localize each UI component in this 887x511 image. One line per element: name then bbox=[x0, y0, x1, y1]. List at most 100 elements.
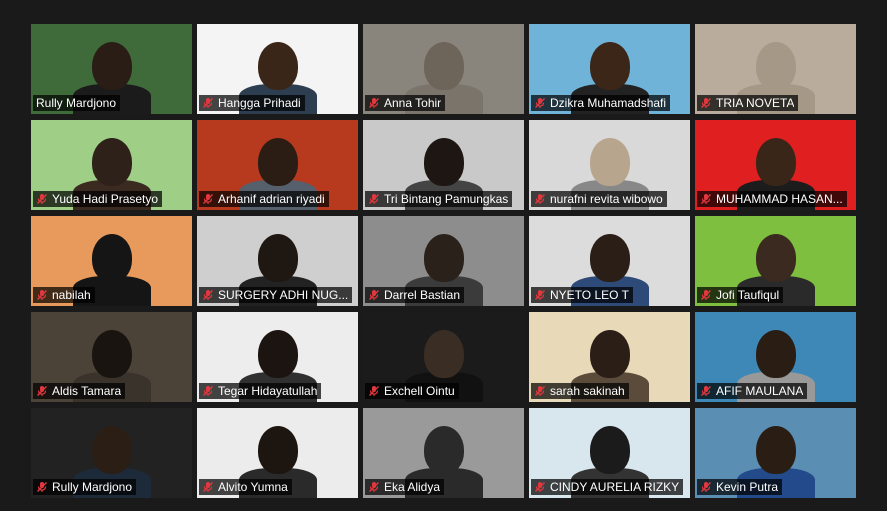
participant-tile[interactable]: Kevin Putra bbox=[695, 408, 856, 498]
participant-name: Hangga Prihadi bbox=[218, 96, 301, 110]
microphone-muted-icon bbox=[37, 482, 47, 492]
participant-name-label: SURGERY ADHI NUG... bbox=[199, 287, 353, 303]
participant-tile[interactable]: MUHAMMAD HASAN... bbox=[695, 120, 856, 210]
participant-name: CINDY AURELIA RIZKY bbox=[550, 480, 680, 494]
microphone-muted-icon bbox=[701, 98, 711, 108]
participant-name-label: Eka Alidya bbox=[365, 479, 445, 495]
participant-name-label: Alvito Yumna bbox=[199, 479, 292, 495]
participant-tile[interactable]: Dzikra Muhamadshafi bbox=[529, 24, 690, 114]
participant-head bbox=[257, 42, 298, 90]
microphone-muted-icon bbox=[37, 386, 47, 396]
participant-name-label: Rully Mardjono bbox=[33, 479, 137, 495]
participant-head bbox=[755, 330, 796, 378]
microphone-muted-icon bbox=[535, 194, 545, 204]
participant-tile[interactable]: Aldis Tamara bbox=[31, 312, 192, 402]
participant-head bbox=[423, 426, 464, 474]
participant-name-label: NYETO LEO T bbox=[531, 287, 633, 303]
participant-head bbox=[423, 330, 464, 378]
microphone-muted-icon bbox=[203, 290, 213, 300]
participant-head bbox=[91, 234, 132, 282]
participant-tile[interactable]: Eka Alidya bbox=[363, 408, 524, 498]
participant-name: Darrel Bastian bbox=[384, 288, 461, 302]
gallery-grid: Rully Mardjono Hangga Prihadi Anna Tohir Dz… bbox=[31, 24, 856, 498]
microphone-muted-icon bbox=[535, 290, 545, 300]
participant-name-label: nabilah bbox=[33, 287, 95, 303]
participant-head bbox=[423, 42, 464, 90]
microphone-muted-icon bbox=[369, 290, 379, 300]
participant-name: Alvito Yumna bbox=[218, 480, 288, 494]
participant-name: Rully Mardjono bbox=[52, 480, 133, 494]
participant-head bbox=[755, 426, 796, 474]
participant-tile[interactable]: Rully Mardjono bbox=[31, 24, 192, 114]
participant-name-label: Jofi Taufiqul bbox=[697, 287, 784, 303]
microphone-muted-icon bbox=[203, 98, 213, 108]
participant-name: Arhanif adrian riyadi bbox=[218, 192, 325, 206]
participant-name-label: nurafni revita wibowo bbox=[531, 191, 667, 207]
participant-tile[interactable]: nurafni revita wibowo bbox=[529, 120, 690, 210]
microphone-muted-icon bbox=[203, 482, 213, 492]
participant-name: MUHAMMAD HASAN... bbox=[716, 192, 843, 206]
participant-tile[interactable]: Alvito Yumna bbox=[197, 408, 358, 498]
participant-head bbox=[589, 42, 630, 90]
participant-name: Anna Tohir bbox=[384, 96, 442, 110]
participant-tile[interactable]: Tri Bintang Pamungkas bbox=[363, 120, 524, 210]
participant-name: Jofi Taufiqul bbox=[716, 288, 780, 302]
participant-head bbox=[257, 138, 298, 186]
microphone-muted-icon bbox=[37, 194, 47, 204]
participant-tile[interactable]: NYETO LEO T bbox=[529, 216, 690, 306]
participant-head bbox=[589, 138, 630, 186]
participant-name-label: Darrel Bastian bbox=[365, 287, 465, 303]
microphone-muted-icon bbox=[37, 290, 47, 300]
participant-name: Tegar Hidayatullah bbox=[218, 384, 318, 398]
participant-name-label: AFIF MAULANA bbox=[697, 383, 808, 399]
participant-tile[interactable]: Arhanif adrian riyadi bbox=[197, 120, 358, 210]
participant-name: Tri Bintang Pamungkas bbox=[384, 192, 509, 206]
participant-name-label: Kevin Putra bbox=[697, 479, 783, 495]
participant-tile[interactable]: Yuda Hadi Prasetyo bbox=[31, 120, 192, 210]
participant-name: Exchell Ointu bbox=[384, 384, 455, 398]
microphone-muted-icon bbox=[701, 386, 711, 396]
participant-head bbox=[755, 138, 796, 186]
participant-name-label: Yuda Hadi Prasetyo bbox=[33, 191, 163, 207]
participant-tile[interactable]: nabilah bbox=[31, 216, 192, 306]
participant-tile[interactable]: TRIA NOVETA bbox=[695, 24, 856, 114]
participant-name: SURGERY ADHI NUG... bbox=[218, 288, 349, 302]
participant-name-label: CINDY AURELIA RIZKY bbox=[531, 479, 684, 495]
participant-head bbox=[91, 138, 132, 186]
participant-name-label: Rully Mardjono bbox=[33, 95, 121, 111]
participant-name-label: Dzikra Muhamadshafi bbox=[531, 95, 671, 111]
participant-name-label: MUHAMMAD HASAN... bbox=[697, 191, 847, 207]
participant-name: Dzikra Muhamadshafi bbox=[550, 96, 667, 110]
participant-tile[interactable]: AFIF MAULANA bbox=[695, 312, 856, 402]
participant-tile[interactable]: SURGERY ADHI NUG... bbox=[197, 216, 358, 306]
participant-name: nurafni revita wibowo bbox=[550, 192, 663, 206]
participant-tile[interactable]: Tegar Hidayatullah bbox=[197, 312, 358, 402]
participant-tile[interactable]: Darrel Bastian bbox=[363, 216, 524, 306]
participant-head bbox=[257, 234, 298, 282]
participant-head bbox=[589, 234, 630, 282]
participant-tile[interactable]: Rully Mardjono bbox=[31, 408, 192, 498]
participant-name: Eka Alidya bbox=[384, 480, 441, 494]
microphone-muted-icon bbox=[369, 98, 379, 108]
participant-name-label: Hangga Prihadi bbox=[199, 95, 305, 111]
participant-name: AFIF MAULANA bbox=[716, 384, 804, 398]
participant-tile[interactable]: CINDY AURELIA RIZKY bbox=[529, 408, 690, 498]
participant-tile[interactable]: Anna Tohir bbox=[363, 24, 524, 114]
microphone-muted-icon bbox=[369, 194, 379, 204]
microphone-muted-icon bbox=[203, 386, 213, 396]
participant-name: Rully Mardjono bbox=[36, 96, 117, 110]
participant-tile[interactable]: sarah sakinah bbox=[529, 312, 690, 402]
participant-name: Aldis Tamara bbox=[52, 384, 122, 398]
participant-head bbox=[589, 426, 630, 474]
microphone-muted-icon bbox=[701, 482, 711, 492]
participant-name-label: Tegar Hidayatullah bbox=[199, 383, 322, 399]
participant-tile[interactable]: Hangga Prihadi bbox=[197, 24, 358, 114]
participant-tile[interactable]: Exchell Ointu bbox=[363, 312, 524, 402]
microphone-muted-icon bbox=[535, 98, 545, 108]
participant-head bbox=[423, 138, 464, 186]
participant-head bbox=[257, 330, 298, 378]
participant-head bbox=[91, 330, 132, 378]
participant-name: sarah sakinah bbox=[550, 384, 625, 398]
participant-tile[interactable]: Jofi Taufiqul bbox=[695, 216, 856, 306]
participant-head bbox=[755, 234, 796, 282]
